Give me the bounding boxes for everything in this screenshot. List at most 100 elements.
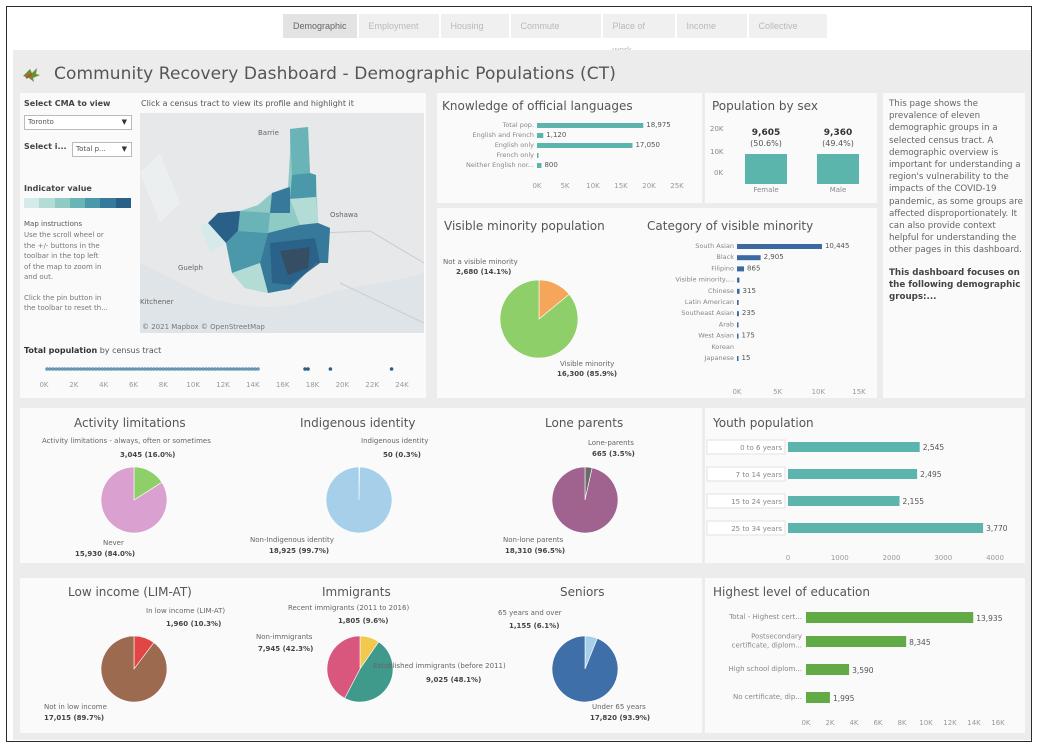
- map-instructions-text: Use the scroll wheel or the +/- buttons …: [24, 231, 108, 312]
- tab-employment[interactable]: Employment: [358, 14, 441, 38]
- tab-commute[interactable]: Commute: [510, 14, 603, 38]
- visible-minority-value: 16,300 (85.9%): [557, 370, 618, 378]
- youth-bar[interactable]: [788, 469, 918, 479]
- total-population-axis-tick: 4K: [99, 381, 108, 389]
- census-tract-dot[interactable]: [306, 367, 310, 371]
- education-bar[interactable]: [806, 612, 974, 623]
- minority-category-bar[interactable]: [737, 266, 745, 272]
- lone-parents-bottom-label: Non-lone parents: [503, 536, 564, 544]
- tab-income[interactable]: Income: [676, 14, 749, 38]
- sex-axis-tick: 10K: [710, 148, 724, 156]
- activity-bottom-label: Never: [103, 539, 124, 547]
- visible-minority-pie[interactable]: [498, 278, 580, 360]
- seniors-slice[interactable]: [551, 635, 619, 703]
- indigenous-pie[interactable]: [325, 466, 393, 534]
- activity-pie[interactable]: [100, 466, 168, 534]
- youth-bar-label: 0 to 6 years: [740, 444, 782, 452]
- tab-collective[interactable]: Collective: [748, 14, 829, 38]
- population-by-sex-chart[interactable]: 20K 10K 0K 9,605 (50.6%) 9,360 (49.4%) F…: [705, 118, 877, 200]
- education-bar[interactable]: [806, 664, 850, 675]
- map-label-barrie: Barrie: [258, 129, 279, 137]
- tab-place-of-work[interactable]: Place of work: [602, 14, 677, 55]
- language-bar[interactable]: [537, 163, 542, 168]
- male-bar[interactable]: [817, 154, 859, 184]
- census-tract-dot[interactable]: [389, 367, 394, 371]
- visible-minority-title: Visible minority population: [444, 219, 605, 233]
- category-minority-chart[interactable]: South Asian 10,445 Black 2,905 Filipino 865 Vi…: [620, 240, 877, 398]
- minority-category-bar[interactable]: [737, 311, 739, 317]
- indigenous-slice[interactable]: [325, 466, 393, 534]
- low-income-bottom-value: 17,015 (89.7%): [44, 714, 105, 722]
- low-income-top-value: 1,960 (10.3%): [166, 620, 222, 628]
- notes-focus: This dashboard focuses on the following …: [889, 267, 1021, 303]
- sex-axis-tick: 0K: [714, 169, 723, 177]
- tab-demographic[interactable]: Demographic: [283, 14, 359, 38]
- youth-bar[interactable]: [788, 442, 920, 452]
- youth-bar-value: 2,545: [923, 443, 945, 452]
- official-languages-chart[interactable]: Total pop. 18,975 English and French 1,120 E…: [437, 118, 702, 200]
- census-tract-map[interactable]: Barrie Oshawa Guelph Kitchener © 2021 Ma…: [140, 113, 424, 333]
- youth-bar[interactable]: [788, 523, 984, 533]
- map-attribution: © 2021 Mapbox © OpenStreetMap: [142, 323, 265, 331]
- minority-category-bar[interactable]: [737, 356, 739, 361]
- minority-category-bar[interactable]: [737, 300, 739, 305]
- total-population-axis-tick: 14K: [246, 381, 260, 389]
- education-bar-value: 13,935: [976, 614, 1002, 623]
- education-bar[interactable]: [806, 636, 907, 647]
- minority-category-bar[interactable]: [737, 322, 739, 328]
- minority-category-bar[interactable]: [737, 277, 740, 283]
- education-axis-tick: 6K: [873, 719, 882, 727]
- lone-parents-title: Lone parents: [545, 416, 624, 430]
- education-chart[interactable]: Total - Highest cert... 13,935 Postseconda…: [705, 602, 1025, 732]
- total-population-axis-tick: 12K: [216, 381, 230, 389]
- education-bar-label: High school diplom...: [728, 665, 802, 673]
- indicator-select[interactable]: Total p... ▼: [72, 142, 132, 157]
- minority-category-bar[interactable]: [737, 244, 822, 249]
- youth-bar[interactable]: [788, 496, 900, 506]
- total-population-dots[interactable]: [45, 367, 394, 371]
- minority-category-axis-tick: 10K: [812, 388, 826, 396]
- minority-category-bar-value: 175: [742, 332, 755, 340]
- language-bar-value: 800: [544, 161, 557, 169]
- census-tract-dot[interactable]: [328, 367, 333, 371]
- activity-top-label: Activity limitations - always, often or …: [42, 437, 211, 445]
- minority-category-bar-label: West Asian: [698, 332, 734, 340]
- education-bar-label: certificate, diplom...: [732, 642, 802, 650]
- male-pct: (49.4%): [822, 139, 854, 148]
- lone-parents-top-value: 665 (3.5%): [592, 450, 635, 458]
- minority-category-bar[interactable]: [737, 333, 739, 339]
- indicator-legend-label: Indicator value: [24, 184, 92, 193]
- education-axis-tick: 0K: [801, 719, 810, 727]
- female-bar[interactable]: [745, 154, 787, 184]
- language-bar[interactable]: [537, 143, 633, 148]
- indicator-select-label: Select i...: [24, 142, 67, 151]
- total-population-axis-tick: 8K: [159, 381, 168, 389]
- language-bar[interactable]: [537, 133, 544, 138]
- seniors-pie[interactable]: [551, 635, 619, 703]
- activity-title: Activity limitations: [74, 416, 186, 430]
- low-income-slice[interactable]: [100, 635, 168, 703]
- minority-category-bar[interactable]: [737, 288, 740, 294]
- minority-category-bar-value: 235: [742, 309, 755, 317]
- map-instructions-title: Map instructions: [24, 220, 82, 228]
- education-axis-tick: 4K: [849, 719, 858, 727]
- language-bar-label: French only: [497, 151, 535, 159]
- lone-parents-pie[interactable]: [551, 466, 619, 534]
- minority-category-bar[interactable]: [737, 255, 761, 261]
- language-bar[interactable]: [537, 153, 539, 158]
- youth-chart[interactable]: 0 to 6 years 2,545 7 to 14 years 2,495 15 to…: [705, 434, 1025, 562]
- low-income-pie[interactable]: [100, 635, 168, 703]
- education-title: Highest level of education: [713, 585, 871, 599]
- language-bar[interactable]: [537, 123, 644, 128]
- census-tract-dot[interactable]: [256, 367, 260, 371]
- cma-select[interactable]: Toronto ▼: [24, 115, 132, 130]
- total-population-strip[interactable]: 0K 2K 4K 6K 8K 10K 12K 14K 16K 18K 20K 22K 24K: [24, 360, 422, 390]
- lone-parents-slice[interactable]: [551, 466, 619, 534]
- language-bar-label: Total pop.: [501, 121, 534, 129]
- minority-category-axis-tick: 5K: [773, 388, 782, 396]
- notes-paragraph: This page shows the prevalence of eleven…: [889, 99, 1023, 256]
- tab-housing[interactable]: Housing: [440, 14, 511, 38]
- minority-category-bar-value: 315: [743, 287, 756, 295]
- tab-bar: Demographic Employment Housing Commute P…: [283, 14, 829, 55]
- education-bar[interactable]: [806, 692, 830, 703]
